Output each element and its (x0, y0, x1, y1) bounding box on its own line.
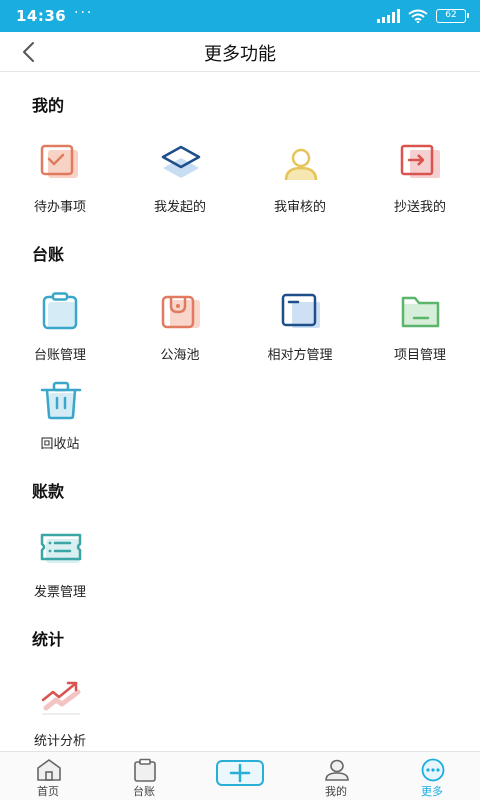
tab-mine[interactable]: 我的 (288, 752, 384, 800)
tab-label: 我的 (325, 785, 347, 798)
item-statistics[interactable]: 统计分析 (0, 678, 120, 758)
item-label: 抄送我的 (393, 200, 446, 215)
item-project[interactable]: 项目管理 (360, 292, 480, 372)
more-icon (421, 758, 445, 782)
item-recycle-bin[interactable]: 回收站 (0, 381, 120, 461)
item-ledger-manage[interactable]: 台账管理 (0, 292, 120, 372)
plus-icon (229, 763, 251, 783)
bottom-tab-bar: 首页 台账 我的 更多 (0, 751, 480, 800)
page-title: 更多功能 (204, 44, 276, 65)
clipboard-icon (134, 758, 156, 782)
item-counterparty[interactable]: 相对方管理 (240, 292, 360, 372)
item-label: 公海池 (160, 348, 200, 363)
status-icons: 62 (377, 8, 469, 24)
bag-icon (161, 295, 200, 329)
item-label: 我审核的 (273, 200, 326, 215)
item-label: 我发起的 (153, 200, 206, 215)
signal-icon (377, 9, 400, 23)
item-label: 待办事项 (33, 200, 86, 215)
status-bar: 14:36 ··· 62 (0, 0, 480, 32)
trend-icon (41, 681, 81, 715)
clipboard-icon (42, 292, 78, 330)
section-title-statistics: 统计 (32, 630, 65, 649)
item-label: 相对方管理 (267, 348, 333, 363)
item-reviewed[interactable]: 我审核的 (240, 144, 360, 224)
layers-icon (161, 145, 201, 178)
add-button[interactable] (216, 760, 264, 786)
trash-icon (40, 381, 82, 420)
item-todo[interactable]: 待办事项 (0, 144, 120, 224)
window-icon (281, 293, 320, 328)
item-label: 回收站 (40, 437, 80, 452)
user-icon (284, 148, 318, 181)
tab-ledger[interactable]: 台账 (96, 752, 192, 800)
status-dots: ··· (74, 5, 94, 21)
section-title-ledger: 台账 (32, 245, 65, 264)
home-icon (37, 759, 61, 781)
item-cc[interactable]: 抄送我的 (360, 144, 480, 224)
item-invoice[interactable]: 发票管理 (0, 529, 120, 609)
item-label: 统计分析 (33, 734, 86, 749)
title-bar: 更多功能 (0, 32, 480, 72)
tab-home[interactable]: 首页 (0, 752, 96, 800)
status-time: 14:36 (16, 7, 67, 25)
item-initiated[interactable]: 我发起的 (120, 144, 240, 224)
item-public-pool[interactable]: 公海池 (120, 292, 240, 372)
forward-icon (400, 144, 440, 178)
tab-label: 首页 (37, 785, 59, 798)
tab-more[interactable]: 更多 (384, 752, 480, 800)
folder-icon (401, 296, 440, 328)
calendar-check-icon (40, 144, 78, 178)
wifi-icon (408, 9, 428, 23)
section-title-mine: 我的 (32, 96, 65, 115)
item-label: 台账管理 (33, 348, 86, 363)
tab-label: 台账 (133, 785, 155, 798)
item-label: 项目管理 (393, 348, 446, 363)
section-title-payment: 账款 (32, 482, 65, 501)
tab-label: 更多 (421, 785, 443, 798)
user-icon (325, 759, 349, 781)
battery-icon: 62 (436, 9, 469, 23)
item-label: 发票管理 (33, 585, 86, 600)
ticket-icon (40, 533, 82, 563)
